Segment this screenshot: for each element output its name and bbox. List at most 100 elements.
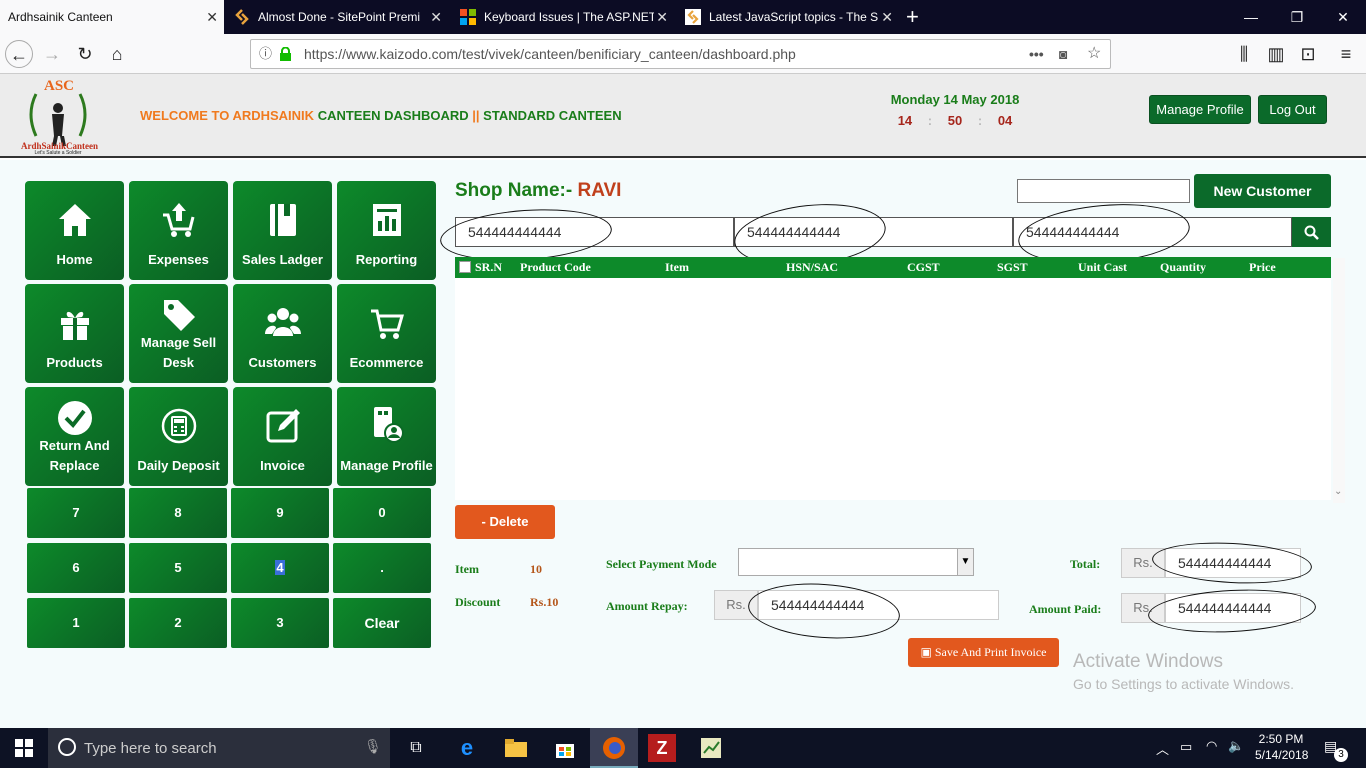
file-explorer-icon[interactable] <box>502 734 530 762</box>
keypad-key-dot[interactable]: . <box>333 543 431 593</box>
keypad-key-label: 4 <box>275 560 285 575</box>
close-window-icon[interactable]: ✕ <box>1320 0 1366 34</box>
more-icon[interactable]: ••• <box>1029 40 1044 68</box>
tile-customers[interactable]: Customers <box>233 284 332 383</box>
save-icon: ▣ <box>920 645 932 659</box>
sidebar-icon[interactable]: ▥ <box>1262 40 1290 68</box>
tile-daily-deposit[interactable]: Daily Deposit <box>129 387 228 486</box>
notepad-icon[interactable] <box>697 734 725 762</box>
back-icon[interactable]: ← <box>5 40 33 68</box>
restore-icon[interactable]: ❐ <box>1274 0 1320 34</box>
keypad-key-5[interactable]: 5 <box>129 543 227 593</box>
keypad-key-6[interactable]: 6 <box>27 543 125 593</box>
reload-icon[interactable]: ↻ <box>71 40 99 68</box>
show-hidden-icons-icon[interactable]: ︿ <box>1156 739 1169 758</box>
keypad-key-1[interactable]: 1 <box>27 598 125 648</box>
clock-second: 04 <box>997 113 1013 128</box>
browser-nav-bar: ← → ↻ ⌂ ⓘ https://www.kaizodo.com/test/v… <box>0 34 1366 74</box>
search-button[interactable] <box>1292 217 1331 247</box>
tile-invoice[interactable]: Invoice <box>233 387 332 486</box>
col-header-product-code: Product Code <box>520 260 591 274</box>
scroll-down-icon[interactable]: ⌄ <box>1334 486 1342 497</box>
col-header-srn: SR.N <box>475 260 503 274</box>
taskbar-clock[interactable]: 2:50 PM 5/14/2018 <box>1255 731 1308 763</box>
keypad-key-3[interactable]: 3 <box>231 598 329 648</box>
tile-manage-profile[interactable]: Manage Profile <box>337 387 436 486</box>
keypad-key-7[interactable]: 7 <box>27 488 125 538</box>
current-date: Monday 14 May 2018 <box>890 92 1020 107</box>
delete-button[interactable]: - Delete <box>455 505 555 539</box>
keypad-key-2[interactable]: 2 <box>129 598 227 648</box>
info-icon[interactable]: ⓘ <box>259 40 272 68</box>
close-icon[interactable]: ✕ <box>881 9 893 26</box>
bookmark-star-icon[interactable]: ☆ <box>1087 40 1101 68</box>
tile-ecommerce[interactable]: Ecommerce <box>337 284 436 383</box>
forward-icon[interactable]: → <box>38 40 66 68</box>
store-icon[interactable] <box>551 734 579 762</box>
tile-home[interactable]: Home <box>25 181 124 280</box>
logout-button[interactable]: Log Out <box>1258 95 1327 124</box>
edge-icon[interactable]: e <box>453 734 481 762</box>
spreadsheet-icon <box>701 738 721 758</box>
report-icon <box>372 204 401 236</box>
col-header-quantity: Quantity <box>1160 260 1207 274</box>
keypad-clear-button[interactable]: Clear <box>333 598 431 648</box>
start-button[interactable] <box>10 734 38 762</box>
close-icon[interactable]: ✕ <box>430 9 442 26</box>
tag-icon <box>163 300 195 331</box>
battery-icon[interactable]: ▭ <box>1180 739 1192 755</box>
screenshot-icon[interactable]: ⊡ <box>1294 40 1322 68</box>
tab-sitepoint[interactable]: Almost Done - SitePoint Premi ✕ <box>226 0 448 34</box>
menu-icon[interactable]: ≡ <box>1332 40 1360 68</box>
customer-input[interactable] <box>1017 179 1190 203</box>
users-icon <box>264 308 301 336</box>
tab-ardhsainik-canteen[interactable]: Ardhsainik Canteen ✕ <box>0 0 224 34</box>
tile-label: Customers <box>248 355 317 370</box>
discount-value: Rs.10 <box>530 595 559 609</box>
firefox-icon <box>603 737 625 759</box>
notification-count-badge: 3 <box>1334 748 1348 762</box>
col-header-sgst: SGST <box>997 260 1028 274</box>
home-nav-icon[interactable]: ⌂ <box>103 40 131 68</box>
keypad-key-0[interactable]: 0 <box>333 488 431 538</box>
manage-profile-button[interactable]: Manage Profile <box>1149 95 1251 124</box>
taskbar-search-placeholder: Type here to search <box>84 740 217 757</box>
minimize-icon[interactable]: — <box>1228 0 1274 34</box>
tile-products[interactable]: Products <box>25 284 124 383</box>
tab-javascript-topics[interactable]: Latest JavaScript topics - The Si ✕ <box>677 0 899 34</box>
microphone-icon[interactable]: 🎙 <box>364 738 382 755</box>
col-header-hsn-sac: HSN/SAC <box>786 260 839 274</box>
close-icon[interactable]: ✕ <box>206 9 218 26</box>
filezilla-icon[interactable]: Z <box>648 734 676 762</box>
tile-sales-ladger[interactable]: Sales Ladger <box>233 181 332 280</box>
tab-keyboard-issues[interactable]: Keyboard Issues | The ASP.NET ✕ <box>452 0 674 34</box>
logo-text: ASC <box>44 78 75 94</box>
library-icon[interactable]: ⫼ <box>1230 40 1258 68</box>
tile-manage-sell-desk[interactable]: Manage Sell Desk <box>129 284 228 383</box>
tile-reporting[interactable]: Reporting <box>337 181 436 280</box>
keypad-key-4[interactable]: 4 <box>231 543 329 593</box>
tab-title: Almost Done - SitePoint Premi <box>258 10 421 24</box>
keypad-key-9[interactable]: 9 <box>231 488 329 538</box>
task-view-icon[interactable]: ⧉ <box>402 734 430 762</box>
url-bar[interactable]: ⓘ https://www.kaizodo.com/test/vivek/can… <box>250 39 1111 69</box>
select-all-checkbox[interactable] <box>459 261 471 273</box>
taskbar-search-box[interactable]: Type here to search 🎙 <box>48 728 390 768</box>
wifi-icon[interactable]: ◠ <box>1206 738 1217 754</box>
new-customer-button[interactable]: New Customer <box>1194 174 1331 208</box>
save-print-invoice-button[interactable]: ▣ Save And Print Invoice <box>908 638 1059 667</box>
tile-expenses[interactable]: Expenses <box>129 181 228 280</box>
tile-label: Ecommerce <box>349 355 424 370</box>
welcome-text-1: WELCOME TO ARDHSAINIK <box>140 108 315 123</box>
pocket-icon[interactable]: ◙ <box>1059 40 1067 68</box>
keypad-key-8[interactable]: 8 <box>129 488 227 538</box>
table-scrollbar[interactable]: ⌄ <box>1333 258 1345 503</box>
volume-icon[interactable]: 🔈 <box>1228 738 1244 754</box>
logo[interactable]: ASC ArdhSainikCanteen Let's Salute a Sol… <box>21 78 98 156</box>
firefox-taskbar-item[interactable] <box>590 728 638 768</box>
close-icon[interactable]: ✕ <box>656 9 668 26</box>
url-text: https://www.kaizodo.com/test/vivek/cante… <box>304 46 796 62</box>
payment-mode-select[interactable]: ▼ <box>738 548 974 576</box>
new-tab-button[interactable]: + <box>906 4 919 30</box>
tile-return-and-replace[interactable]: Return And Replace <box>25 387 124 486</box>
